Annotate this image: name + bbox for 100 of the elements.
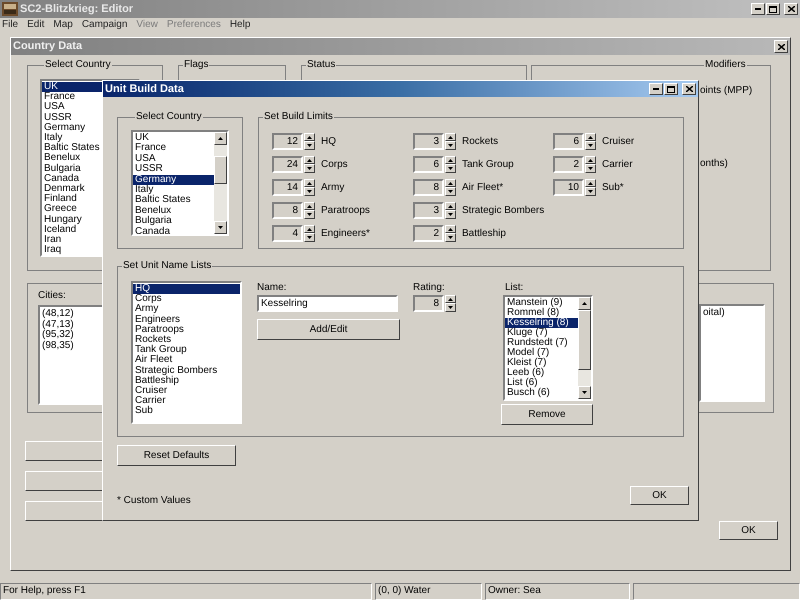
scroll-up-button[interactable]	[214, 132, 227, 145]
list-item[interactable]: Manstein (9)	[505, 298, 578, 308]
list-item[interactable]: Germany	[133, 174, 214, 186]
spin-up-button[interactable]	[585, 133, 596, 141]
up-arrow-icon	[588, 158, 593, 162]
number-field[interactable]: 6	[413, 156, 444, 173]
list-box[interactable]: UK France USA USSR Germany Italy Baltic States Benelux Bulgaria Canada	[131, 130, 229, 236]
number-field[interactable]: 4	[272, 225, 303, 242]
number-field[interactable]: 14	[272, 179, 303, 196]
list-item[interactable]: Cruiser	[133, 386, 240, 396]
list-item[interactable]: Kluge (7)	[505, 328, 578, 338]
ok-button[interactable]: OK	[630, 486, 689, 505]
number-field[interactable]: 3	[413, 133, 444, 150]
scrollbar[interactable]	[214, 132, 227, 234]
scroll-thumb[interactable]	[578, 310, 591, 370]
spin-up-button[interactable]	[585, 179, 596, 187]
spin-down-button[interactable]	[585, 164, 596, 173]
modifier-label: oints (MPP)	[700, 84, 752, 98]
number-field[interactable]: 10	[553, 179, 584, 196]
list-box[interactable]: HQ Corps Army Engineers Paratroops Rockets Tank Group Air Fleet Strategic Bombers Battleship Cruiser Carrier Sub	[131, 281, 242, 424]
number-field[interactable]: 6	[553, 133, 584, 150]
spin-up-button[interactable]	[585, 156, 596, 164]
maximize-button[interactable]	[664, 83, 678, 95]
list-item[interactable]: Kesselring (8)	[505, 318, 578, 328]
list-item[interactable]: Busch (6)	[505, 388, 578, 398]
spin-down-button[interactable]	[304, 164, 315, 173]
number-field[interactable]: 8	[413, 179, 444, 196]
list-item[interactable]: Tank Group	[133, 345, 240, 356]
spin-down-button[interactable]	[585, 141, 596, 150]
spin-down-button[interactable]	[304, 233, 315, 242]
spin-up-button[interactable]	[445, 295, 456, 303]
spin-down-button[interactable]	[445, 164, 456, 173]
spin-up-button[interactable]	[304, 179, 315, 187]
spin-down-button[interactable]	[445, 233, 456, 242]
list-item[interactable]: Rommel (8)	[505, 308, 578, 318]
menu-item[interactable]: Edit	[27, 19, 44, 31]
list-item[interactable]: Air Fleet	[133, 355, 240, 366]
menu-item[interactable]: Map	[53, 19, 73, 31]
spin-up-button[interactable]	[445, 225, 456, 233]
spin-down-button[interactable]	[445, 210, 456, 219]
spin-up-button[interactable]	[445, 179, 456, 187]
remove-button[interactable]: Remove	[501, 404, 593, 425]
spin-up-button[interactable]	[445, 156, 456, 164]
list-item[interactable]: Strategic Bombers	[133, 366, 240, 376]
close-button[interactable]	[774, 40, 788, 53]
close-button[interactable]	[784, 3, 798, 15]
list-item[interactable]: Rundstedt (7)	[505, 338, 578, 348]
scroll-thumb[interactable]	[214, 156, 227, 184]
list-item[interactable]: Battleship	[133, 376, 240, 386]
number-field[interactable]: 2	[553, 156, 584, 173]
scrollbar[interactable]	[578, 297, 591, 399]
maximize-button[interactable]	[766, 3, 780, 15]
minimize-button[interactable]	[649, 83, 663, 95]
menu-item[interactable]: File	[2, 19, 18, 31]
number-field[interactable]: 12	[272, 133, 303, 150]
list-item[interactable]: Sub	[133, 406, 240, 417]
spin-up-button[interactable]	[304, 156, 315, 164]
menu-item[interactable]: Help	[230, 19, 250, 31]
list-item[interactable]: Carrier	[133, 396, 240, 406]
number-field[interactable]: 2	[413, 225, 444, 242]
list-item[interactable]: Army	[133, 304, 240, 315]
spin-up-button[interactable]	[304, 225, 315, 233]
scroll-up-button[interactable]	[578, 297, 591, 310]
spin-down-button[interactable]	[304, 210, 315, 219]
list-item[interactable]: Kleist (7)	[505, 358, 578, 368]
spin-down-button[interactable]	[445, 141, 456, 150]
minimize-button[interactable]	[751, 3, 765, 15]
scroll-down-button[interactable]	[214, 221, 227, 234]
list-item[interactable]: oital)	[701, 308, 763, 318]
spin-down-button[interactable]	[445, 187, 456, 196]
list-box[interactable]: oital)	[699, 304, 765, 402]
close-button[interactable]	[682, 83, 696, 95]
list-item[interactable]: Corps	[133, 294, 240, 304]
add-edit-button[interactable]: Add/Edit	[257, 319, 400, 340]
spin-up-button[interactable]	[304, 202, 315, 210]
menu-item[interactable]: Campaign	[82, 19, 128, 31]
list-item[interactable]: Rockets	[133, 335, 240, 346]
spin-down-button[interactable]	[445, 303, 456, 312]
name-field[interactable]: Kesselring	[257, 295, 398, 312]
spin-up-button[interactable]	[304, 133, 315, 141]
list-item[interactable]: Paratroops	[133, 324, 240, 336]
ok-button[interactable]: OK	[719, 521, 778, 540]
list-item[interactable]: HQ	[133, 284, 240, 294]
number-field[interactable]: 8	[272, 202, 303, 219]
reset-defaults-button[interactable]: Reset Defaults	[117, 445, 236, 466]
spin-up-button[interactable]	[445, 202, 456, 210]
spin-down-button[interactable]	[304, 187, 315, 196]
list-item[interactable]: List (6)	[505, 378, 578, 388]
spin-down-button[interactable]	[304, 141, 315, 150]
list-item[interactable]: Model (7)	[505, 348, 578, 358]
scroll-down-button[interactable]	[578, 386, 591, 399]
list-item[interactable]: Leeb (6)	[505, 368, 578, 378]
number-field[interactable]: 8	[413, 295, 444, 312]
number-field[interactable]: 24	[272, 156, 303, 173]
spin-up-button[interactable]	[445, 133, 456, 141]
number-field[interactable]: 3	[413, 202, 444, 219]
list-box[interactable]: Manstein (9) Rommel (8) Kesselring (8) Kluge (7) Rundstedt (7) Model (7) Kleist (7) Leeb (6) List (6) Busch (6)	[503, 295, 593, 401]
spin-down-button[interactable]	[585, 187, 596, 196]
list-item[interactable]: Engineers	[133, 314, 240, 325]
close-icon	[686, 86, 692, 92]
